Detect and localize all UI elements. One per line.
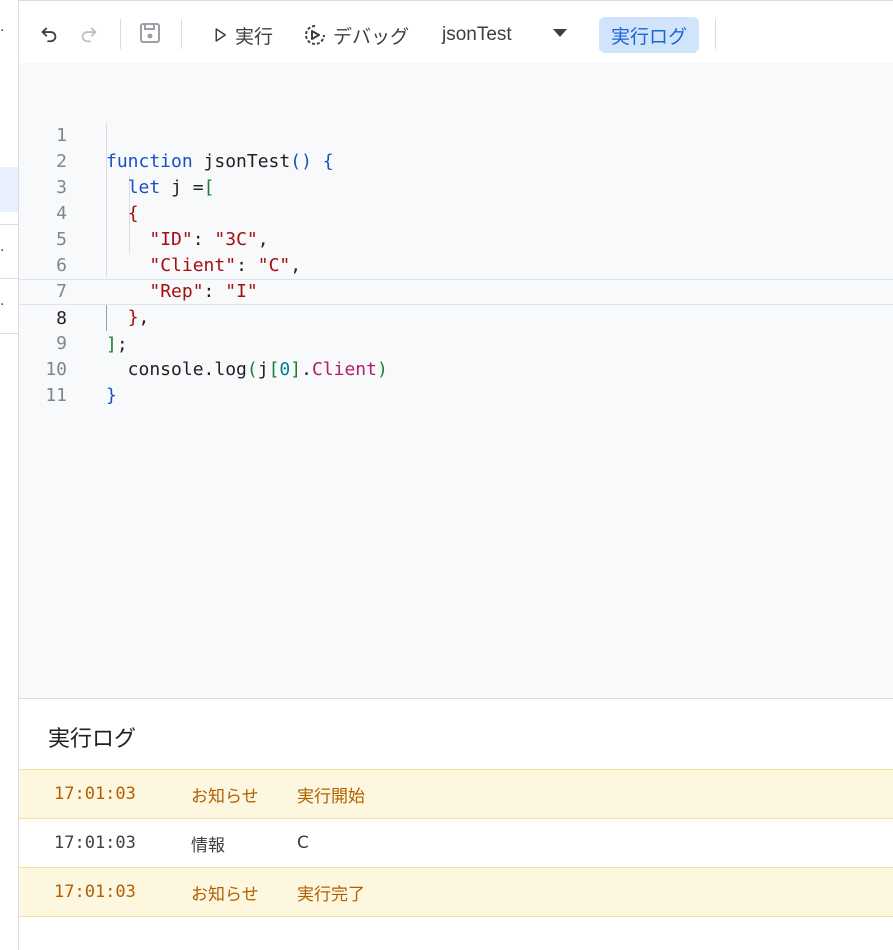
toolbar-divider [181, 19, 182, 49]
code-line: 1 function jsonTest() { [19, 97, 893, 172]
toolbar-divider [120, 19, 121, 49]
play-icon [215, 28, 226, 42]
code-line: 4 "ID": "3C", [19, 175, 893, 250]
log-type: お知らせ [191, 786, 259, 807]
execution-log-panel: 実行ログ 17:01:03 お知らせ 実行開始 17:01:03 情報 C 17… [19, 698, 893, 950]
debug-button[interactable]: デバッグ [303, 17, 409, 53]
redo-icon[interactable] [77, 21, 101, 45]
log-type: お知らせ [191, 884, 259, 905]
log-type: 情報 [191, 835, 225, 856]
toolbar-divider [715, 19, 716, 49]
sidebar-divider [0, 224, 18, 225]
log-message: 実行完了 [297, 884, 365, 905]
save-icon[interactable] [138, 21, 162, 45]
run-label: 実行 [235, 25, 274, 48]
sidebar-divider [0, 333, 18, 334]
function-name: jsonTest [442, 24, 512, 45]
debug-icon [305, 25, 325, 45]
log-entry: 17:01:03 お知らせ 実行完了 [19, 867, 893, 917]
undo-icon[interactable] [37, 21, 61, 45]
execution-log-label: 実行ログ [611, 25, 688, 48]
collapsed-menu-marker: · [0, 297, 5, 313]
code-line-active: 8 ]; [19, 279, 893, 355]
log-message: 実行開始 [297, 786, 365, 807]
code-line: 6 "Rep": "I" [19, 227, 893, 302]
log-time: 17:01:03 [54, 833, 136, 853]
chevron-down-icon[interactable] [548, 21, 572, 45]
log-time: 17:01:03 [54, 882, 136, 902]
collapsed-menu-marker: · [0, 243, 5, 259]
code-editor[interactable]: 1 function jsonTest() { 2 let j =[ 3 { 4… [19, 63, 893, 698]
line-number: 11 [45, 385, 67, 406]
collapsed-menu-marker: · [0, 23, 5, 39]
run-button[interactable]: 実行 [211, 17, 273, 53]
execution-log-button[interactable]: 実行ログ [599, 17, 700, 53]
code-line: 9 console.log(j[0].Client) [19, 305, 893, 380]
debug-label: デバッグ [333, 25, 410, 48]
log-entry: 17:01:03 情報 C [19, 819, 893, 867]
log-entry: 17:01:03 お知らせ 実行開始 [19, 769, 893, 819]
log-time: 17:01:03 [54, 784, 136, 804]
function-selector[interactable]: jsonTest [442, 17, 512, 53]
code-line: 5 "Client": "C", [19, 201, 893, 276]
code-line: 3 { [19, 149, 893, 224]
log-message: C [297, 833, 309, 853]
code-line: 10 } [19, 331, 893, 406]
sidebar-selected-item[interactable] [0, 167, 18, 212]
code-line: 11 [19, 357, 893, 406]
left-sidebar-edge: · · · [0, 0, 19, 950]
editor-toolbar: 実行 デバッグ jsonTest 実行ログ [19, 0, 893, 64]
code-line: 2 let j =[ [19, 123, 893, 198]
log-panel-title: 実行ログ [48, 727, 137, 752]
sidebar-divider [0, 278, 18, 279]
code-line: 7 }, [19, 253, 893, 328]
